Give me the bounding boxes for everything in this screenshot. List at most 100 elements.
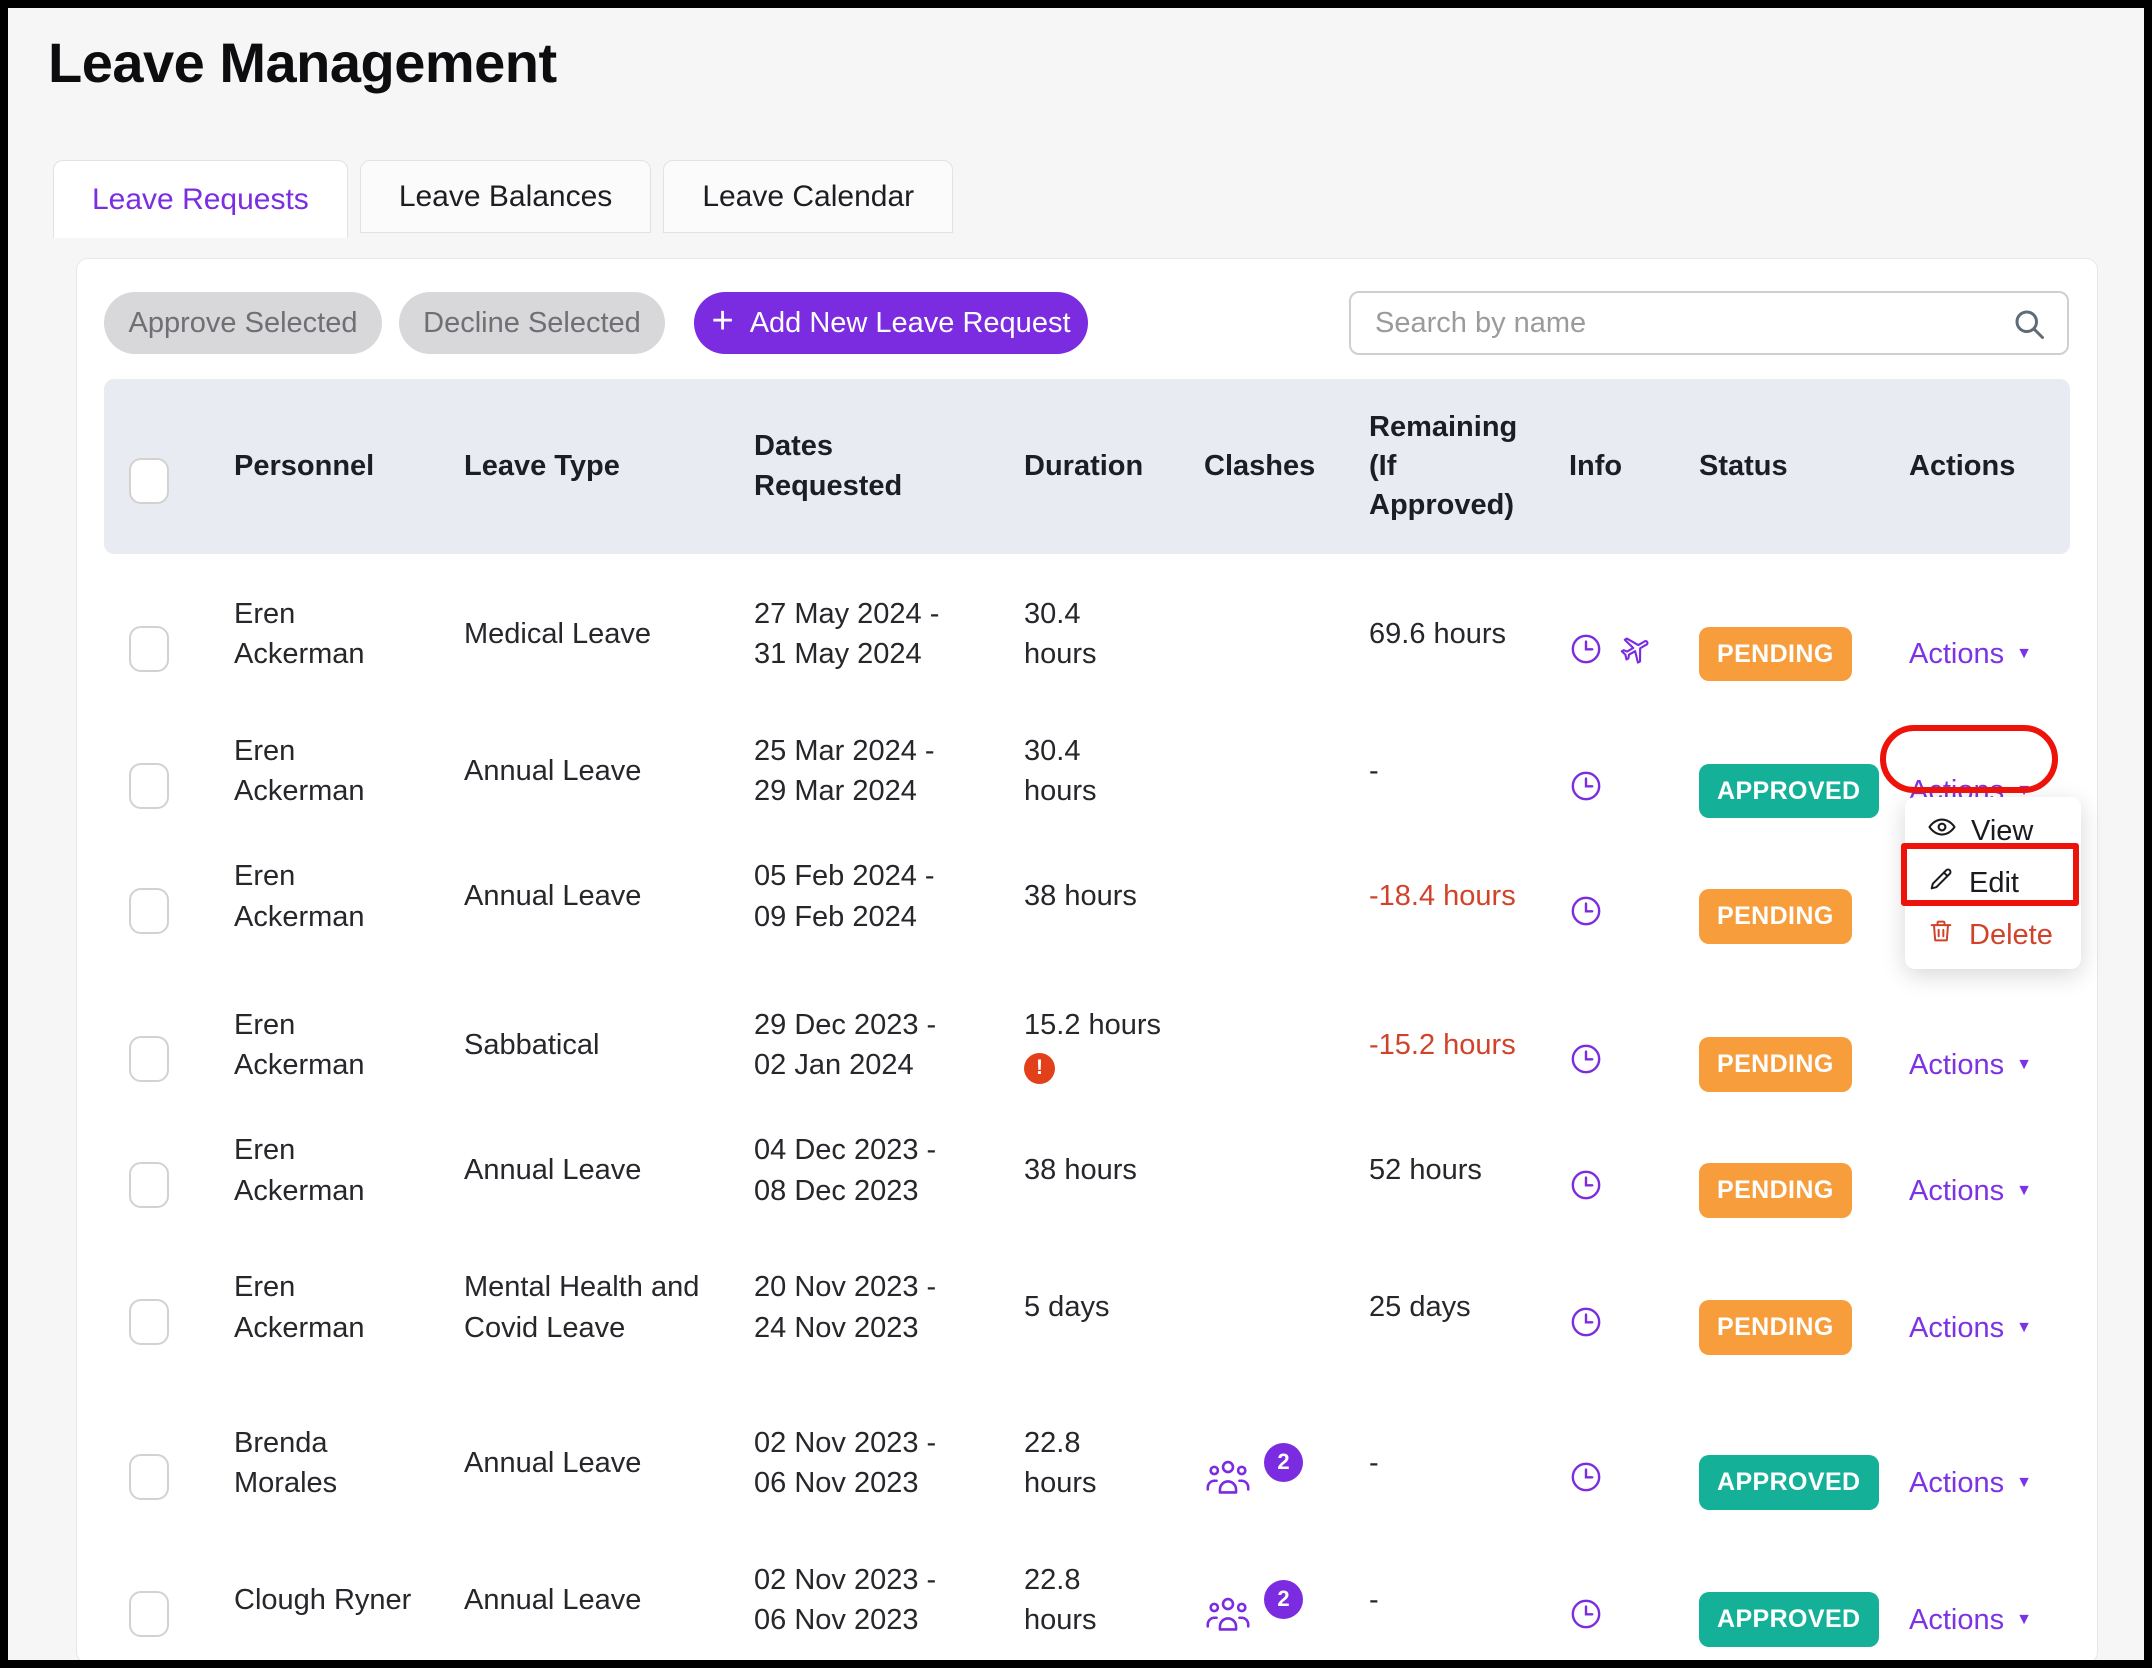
remaining-cell: -18.4 hours	[1369, 876, 1569, 916]
tab-label: Leave Requests	[92, 183, 309, 217]
decline-selected-button[interactable]: Decline Selected	[399, 292, 665, 354]
actions-dropdown-button[interactable]: Actions ▼	[1909, 1463, 2032, 1503]
row-checkbox[interactable]	[129, 763, 169, 809]
duration-value: 15.2 hours	[1024, 1009, 1161, 1041]
personnel-cell: Eren Ackerman	[234, 1267, 464, 1347]
actions-label: Actions	[1909, 1045, 2004, 1085]
duration-cell: 38 hours !	[1024, 1110, 1204, 1230]
chevron-down-icon: ▼	[2016, 1057, 2032, 1073]
row-checkbox[interactable]	[129, 1591, 169, 1637]
table-row: Eren Ackerman Medical Leave 27 May 2024 …	[104, 554, 2070, 691]
table-row: Eren Ackerman Annual Leave 25 Mar 2024 -…	[104, 691, 2070, 828]
row-checkbox[interactable]	[129, 626, 169, 672]
actions-dropdown-button[interactable]: Actions ▼	[1909, 1171, 2032, 1211]
clock-icon[interactable]	[1569, 1557, 1603, 1642]
actions-dropdown-button[interactable]: Actions ▼	[1909, 1600, 2032, 1640]
tab-label: Leave Calendar	[702, 180, 914, 214]
table-row: Eren Ackerman Annual Leave 05 Feb 2024 -…	[104, 828, 2070, 965]
remaining-cell: -	[1369, 1443, 1569, 1483]
chevron-down-icon: ▼	[2016, 646, 2032, 662]
duration-value: 22.8 hours	[1024, 1427, 1097, 1499]
clock-icon[interactable]	[1569, 1265, 1603, 1350]
menu-item-delete[interactable]: Delete	[1905, 909, 2081, 961]
leave-type-cell: Mental Health and Covid Leave	[464, 1267, 754, 1347]
search-input[interactable]	[1349, 291, 2069, 355]
duration-value: 22.8 hours	[1024, 1564, 1097, 1636]
clock-icon[interactable]	[1569, 729, 1603, 814]
clock-icon[interactable]	[1569, 592, 1603, 677]
duration-cell: 22.8 hours !	[1024, 1520, 1204, 1668]
dates-requested-cell: 02 Nov 2023 - 06 Nov 2023	[754, 1560, 1024, 1640]
info-cell	[1569, 1128, 1699, 1213]
chevron-down-icon: ▼	[2016, 1612, 2032, 1628]
actions-cell: Actions ▼	[1909, 1130, 2071, 1210]
row-checkbox[interactable]	[129, 888, 169, 934]
search-icon[interactable]	[2011, 306, 2047, 347]
clock-icon[interactable]	[1569, 1420, 1603, 1505]
checkbox-cell	[129, 586, 234, 683]
clash-count-badge[interactable]: 2	[1264, 1580, 1303, 1619]
duration-cell: 5 days !	[1024, 1247, 1204, 1367]
leave-type-cell: Medical Leave	[464, 614, 754, 654]
row-checkbox[interactable]	[129, 1036, 169, 1082]
leave-type-cell: Annual Leave	[464, 1443, 754, 1483]
checkbox-cell	[129, 723, 234, 820]
clock-icon[interactable]	[1569, 1002, 1603, 1087]
table-row: Eren Ackerman Mental Health and Covid Le…	[104, 1239, 2070, 1376]
status-cell: PENDING	[1699, 997, 1909, 1092]
actions-dropdown-button[interactable]: Actions ▼	[1909, 634, 2032, 674]
leave-type-cell: Annual Leave	[464, 751, 754, 791]
table-row: Clough Ryner Annual Leave 02 Nov 2023 - …	[104, 1513, 2070, 1650]
plane-icon[interactable]	[1619, 592, 1653, 677]
people-group-icon	[1204, 1553, 1252, 1646]
checkbox-cell	[129, 848, 234, 945]
tab[interactable]: Leave Calendar	[663, 160, 953, 233]
actions-cell: Actions ▼	[1909, 1005, 2071, 1085]
approve-selected-button[interactable]: Approve Selected	[104, 292, 382, 354]
actions-label: Actions	[1909, 1600, 2004, 1640]
table-row: Eren Ackerman Annual Leave 04 Dec 2023 -…	[104, 1102, 2070, 1239]
actions-cell: Actions ▼	[1909, 1423, 2071, 1503]
clashes-cell	[1204, 1267, 1369, 1347]
header-info: Info	[1569, 447, 1699, 486]
tab[interactable]: Leave Balances	[360, 160, 652, 233]
status-badge: APPROVED	[1699, 1455, 1879, 1510]
status-cell: APPROVED	[1699, 1415, 1909, 1510]
actions-label: Actions	[1909, 634, 2004, 674]
checkbox-cell	[129, 1551, 234, 1648]
plus-icon: +	[711, 302, 733, 340]
remaining-cell: -15.2 hours	[1369, 1025, 1569, 1065]
duration-value: 30.4 hours	[1024, 598, 1097, 670]
add-new-leave-request-button[interactable]: + Add New Leave Request	[694, 292, 1088, 354]
row-checkbox[interactable]	[129, 1299, 169, 1345]
info-cell	[1569, 1265, 1699, 1350]
select-all-checkbox[interactable]	[129, 458, 169, 504]
actions-cell: Actions ▼	[1909, 594, 2071, 674]
dates-requested-cell: 02 Nov 2023 - 06 Nov 2023	[754, 1423, 1024, 1503]
remaining-cell: 52 hours	[1369, 1150, 1569, 1190]
clock-icon[interactable]	[1569, 854, 1603, 939]
actions-dropdown-button[interactable]: Actions ▼	[1909, 1308, 2032, 1348]
header-actions: Actions	[1909, 447, 2071, 486]
clashes-cell	[1204, 1005, 1369, 1085]
actions-dropdown-button[interactable]: Actions ▼	[1909, 1045, 2032, 1085]
trash-icon	[1927, 917, 1955, 953]
duration-value: 38 hours	[1024, 880, 1137, 912]
personnel-cell: Eren Ackerman	[234, 594, 464, 674]
actions-cell: Actions ▼	[1909, 1267, 2071, 1347]
info-cell	[1569, 1002, 1699, 1087]
personnel-cell: Eren Ackerman	[234, 856, 464, 936]
actions-label: Actions	[1909, 1308, 2004, 1348]
dates-requested-cell: 04 Dec 2023 - 08 Dec 2023	[754, 1130, 1024, 1210]
header-duration: Duration	[1024, 447, 1204, 486]
row-checkbox[interactable]	[129, 1162, 169, 1208]
header-status: Status	[1699, 447, 1909, 486]
info-cell	[1569, 1420, 1699, 1505]
search-box	[1349, 291, 2069, 355]
tab[interactable]: Leave Requests	[53, 160, 348, 238]
row-checkbox[interactable]	[129, 1454, 169, 1500]
clock-icon[interactable]	[1569, 1128, 1603, 1213]
table-row: Eren Ackerman Sabbatical 29 Dec 2023 - 0…	[104, 965, 2070, 1102]
dates-requested-cell: 29 Dec 2023 - 02 Jan 2024	[754, 1005, 1024, 1085]
clash-count-badge[interactable]: 2	[1264, 1443, 1303, 1482]
